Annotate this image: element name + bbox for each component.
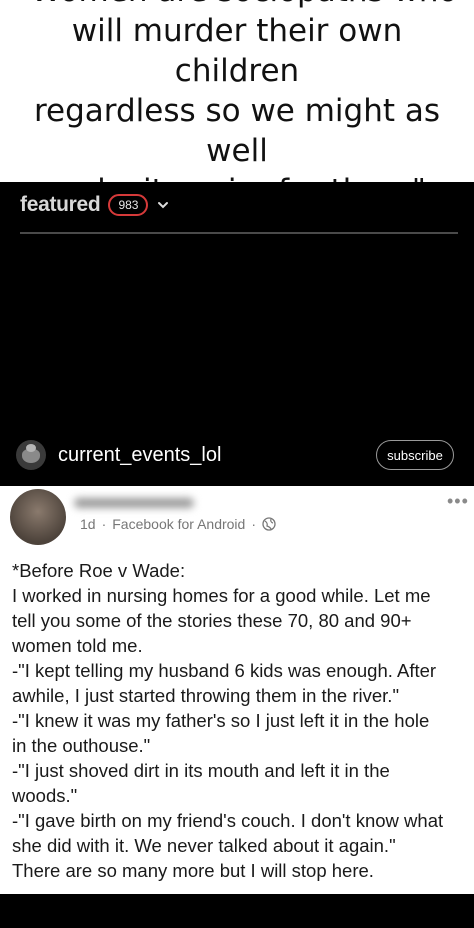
avatar[interactable]: [10, 489, 66, 545]
post-line: woods.": [12, 785, 78, 806]
meme-caption: "Women are sociopaths who will murder th…: [0, 0, 474, 209]
post-time: 1d: [80, 516, 96, 532]
header-divider: [20, 232, 458, 234]
more-dots-icon[interactable]: •••: [447, 492, 469, 510]
blurred-author-name: [74, 498, 194, 508]
post-meta: 1d · Facebook for Android ·: [80, 516, 276, 532]
post-line: -"I just shoved dirt in its mouth and le…: [12, 760, 390, 781]
post-line: she did with it. We never talked about i…: [12, 835, 396, 856]
post-line: -"I knew it was my father's so I just le…: [12, 710, 430, 731]
featured-count-badge: 983: [108, 194, 149, 216]
globe-icon: [262, 517, 276, 531]
caption-line: regardless so we might as well: [33, 93, 441, 169]
video-panel[interactable]: featured 983 current_events_lol subscrib…: [0, 182, 474, 486]
post-line: *Before Roe v Wade:: [12, 560, 186, 581]
facebook-post: ••• 1d · Facebook for Android · *Before …: [0, 486, 474, 894]
featured-label: featured: [20, 193, 101, 216]
channel-name[interactable]: current_events_lol: [58, 444, 221, 467]
post-line: women told me.: [12, 635, 143, 656]
channel-info[interactable]: current_events_lol: [16, 437, 221, 473]
chevron-down-icon[interactable]: [156, 198, 170, 212]
meta-separator: ·: [251, 516, 257, 532]
bottom-bar: [0, 894, 474, 928]
post-line: I worked in nursing homes for a good whi…: [12, 585, 431, 606]
caption-line: will murder their own children: [71, 13, 403, 89]
post-source: Facebook for Android: [112, 516, 246, 532]
post-line: awhile, I just started throwing them in …: [12, 685, 400, 706]
post-body: *Before Roe v Wade: I worked in nursing …: [12, 558, 470, 883]
subscribe-button[interactable]: subscribe: [376, 440, 454, 470]
post-line: in the outhouse.": [12, 735, 151, 756]
post-line: -"I gave birth on my friend's couch. I d…: [12, 810, 444, 831]
featured-header[interactable]: featured 983: [20, 188, 170, 222]
meta-separator: ·: [101, 516, 107, 532]
post-line: -"I kept telling my husband 6 kids was e…: [12, 660, 437, 681]
channel-avatar[interactable]: [16, 440, 46, 470]
post-line: tell you some of the stories these 70, 8…: [12, 610, 412, 631]
caption-line: "Women are sociopaths who: [14, 0, 460, 11]
post-line: There are so many more but I will stop h…: [12, 860, 374, 881]
